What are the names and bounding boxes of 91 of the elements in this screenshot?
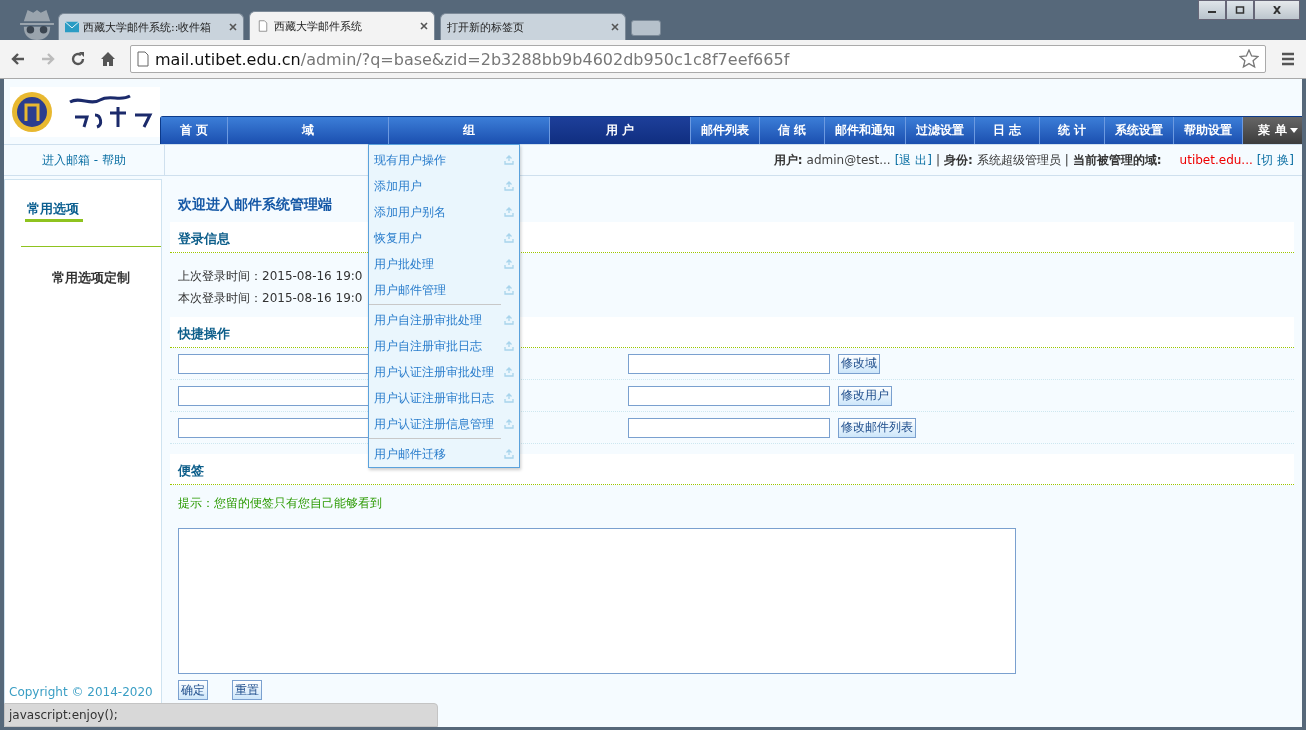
sidebar-tab[interactable]: 常用选项 — [25, 200, 83, 222]
menu-item[interactable]: 添加用户别名 — [369, 199, 519, 225]
close-icon — [1272, 6, 1282, 14]
menu-item[interactable]: 用户认证注册审批处理 — [369, 359, 519, 385]
minimize-button[interactable] — [1198, 0, 1226, 20]
caret-icon — [1289, 128, 1298, 133]
action-button[interactable]: 修改域 — [838, 353, 880, 374]
upload-icon — [504, 285, 514, 295]
menu-item[interactable]: 用户自注册审批处理 — [369, 307, 519, 333]
url-text: mail.utibet.edu.cn/admin/?q=base&zid=2b3288bb9b4602db950c1c8f7eef665f — [155, 49, 791, 69]
upload-icon — [504, 155, 514, 165]
upload-icon — [504, 207, 514, 217]
user-name: admin@test... — [806, 153, 891, 167]
switch-link[interactable]: [切 换] — [1256, 151, 1294, 169]
nav-tab[interactable]: 系统设置 — [1105, 117, 1174, 144]
upload-icon — [504, 449, 514, 459]
form-button[interactable]: 重置 — [232, 680, 262, 700]
nav-tab[interactable]: 用 户 — [550, 117, 691, 144]
nav-tab[interactable]: 组 — [389, 117, 550, 144]
upload-icon — [504, 233, 514, 243]
input-field[interactable] — [628, 353, 830, 374]
close-icon[interactable] — [420, 22, 428, 30]
input-field[interactable] — [628, 417, 830, 438]
nav-tab[interactable]: 邮件和通知 — [825, 117, 906, 144]
close-button[interactable] — [1254, 0, 1300, 20]
section-title: 便签 — [178, 463, 204, 478]
menu-item[interactable]: 用户认证注册审批日志 — [369, 385, 519, 411]
page-icon — [256, 20, 270, 32]
copyright-text: Copyright © 2014-2020 — [9, 685, 153, 699]
mailbox-help-link[interactable]: 进入邮箱 - 帮助 — [42, 151, 126, 169]
reload-icon[interactable] — [70, 51, 86, 67]
notes-field[interactable] — [178, 528, 1016, 674]
home-icon[interactable] — [100, 51, 116, 67]
incognito-icon — [18, 8, 56, 40]
section-title: 登录信息 — [178, 231, 230, 246]
login-time-text: 上次登录时间：2015-08-16 19:0 — [178, 268, 363, 285]
browser-tab[interactable]: 西藏大学邮件系统::收件箱 — [58, 13, 244, 40]
logout-link[interactable]: [退 出] — [894, 151, 932, 169]
user-label: 用户: — [773, 151, 803, 169]
upload-icon — [504, 341, 514, 351]
browser-tab[interactable]: 打开新的标签页 — [440, 13, 626, 40]
action-button[interactable]: 修改用户 — [838, 385, 892, 406]
menu-icon[interactable] — [1280, 51, 1296, 67]
hint-text: 提示：您留的便签只有您自己能够看到 — [177, 495, 383, 512]
domain-text: utibet.edu... — [1179, 153, 1253, 167]
close-icon[interactable] — [229, 23, 237, 31]
nav-tab[interactable]: 域 — [228, 117, 389, 144]
role-label: 身份: — [943, 151, 973, 169]
back-icon[interactable] — [10, 51, 26, 67]
maximize-icon — [1235, 6, 1245, 14]
upload-icon — [504, 259, 514, 269]
login-time-text: 本次登录时间：2015-08-16 19:0 — [178, 290, 363, 307]
menu-item[interactable]: 用户自注册审批日志 — [369, 333, 519, 359]
envelope-icon — [65, 21, 79, 33]
upload-icon — [504, 315, 514, 325]
nav-tab[interactable]: 帮助设置 — [1174, 117, 1243, 144]
menu-item[interactable]: 用户邮件管理 — [369, 277, 519, 303]
browser-tab[interactable]: 西藏大学邮件系统 — [249, 11, 435, 40]
input-field[interactable] — [628, 385, 830, 406]
menu-item[interactable]: 现有用户操作 — [369, 147, 519, 173]
upload-icon — [504, 181, 514, 191]
menu-item[interactable]: 用户邮件迁移 — [369, 441, 519, 467]
upload-icon — [504, 367, 514, 377]
separator: | — [1064, 153, 1069, 167]
nav-tab[interactable]: 邮件列表 — [691, 117, 760, 144]
page-icon — [137, 51, 149, 67]
section-title: 快捷操作 — [178, 326, 230, 341]
upload-icon — [504, 393, 514, 403]
nav-tab[interactable]: 信 纸 — [760, 117, 825, 144]
maximize-button[interactable] — [1226, 0, 1254, 20]
nav-tab[interactable]: 首 页 — [161, 117, 228, 144]
upload-icon — [504, 419, 514, 429]
close-icon[interactable] — [611, 23, 619, 31]
domain-label: 当前被管理的域: — [1072, 151, 1162, 169]
star-icon[interactable] — [1239, 49, 1259, 69]
welcome-title: 欢迎进入邮件系统管理端 — [177, 195, 333, 214]
form-button[interactable]: 确定 — [178, 680, 208, 700]
menu-item[interactable]: 用户批处理 — [369, 251, 519, 277]
role-text: 系统超级管理员 — [976, 151, 1061, 169]
nav-tab[interactable]: 日 志 — [975, 117, 1040, 144]
action-button[interactable]: 修改邮件列表 — [838, 417, 916, 438]
separator: | — [935, 153, 940, 167]
address-bar[interactable]: mail.utibet.edu.cn/admin/?q=base&zid=2b3288bb9b4602db950c1c8f7eef665f — [130, 45, 1266, 73]
status-bar: javascript:enjoy(); — [4, 703, 438, 727]
nav-tab[interactable]: 菜 单 — [1243, 117, 1302, 144]
menu-item[interactable]: 恢复用户 — [369, 225, 519, 251]
sidebar-item[interactable]: 常用选项定制 — [21, 246, 161, 287]
nav-tab[interactable]: 过滤设置 — [906, 117, 975, 144]
menu-item[interactable]: 添加用户 — [369, 173, 519, 199]
menu-item[interactable]: 用户认证注册信息管理 — [369, 411, 519, 437]
nav-tab[interactable]: 统 计 — [1040, 117, 1105, 144]
